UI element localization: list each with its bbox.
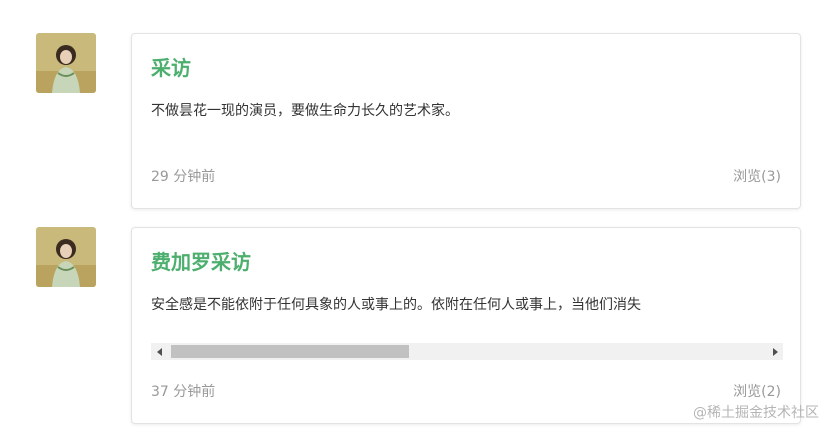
watermark: @稀土掘金技术社区 (693, 405, 819, 421)
scrollbar-thumb[interactable] (171, 345, 409, 358)
post-views: 浏览(2) (733, 384, 781, 400)
scroll-left-arrow-icon[interactable] (151, 343, 168, 360)
post-title[interactable]: 费加罗采访 (151, 246, 251, 275)
avatar-image (36, 33, 96, 93)
post-time: 29 分钟前 (151, 169, 216, 185)
horizontal-scrollbar[interactable] (151, 343, 783, 360)
scroll-right-arrow-icon[interactable] (766, 343, 783, 360)
avatar[interactable] (36, 33, 96, 93)
avatar-image (36, 227, 96, 287)
post-time: 37 分钟前 (151, 384, 216, 400)
post-card[interactable]: 采访 不做昙花一现的演员，要做生命力长久的艺术家。 29 分钟前 浏览(3) (131, 33, 801, 209)
avatar[interactable] (36, 227, 96, 287)
post-views: 浏览(3) (733, 169, 781, 185)
post-card[interactable]: 费加罗采访 安全感是不能依附于任何具象的人或事上的。依附在任何人或事上，当他们消… (131, 227, 801, 424)
post-content: 不做昙花一现的演员，要做生命力长久的艺术家。 (151, 103, 459, 119)
post-content: 安全感是不能依附于任何具象的人或事上的。依附在任何人或事上，当他们消失 (151, 297, 641, 313)
post-title[interactable]: 采访 (151, 52, 191, 81)
